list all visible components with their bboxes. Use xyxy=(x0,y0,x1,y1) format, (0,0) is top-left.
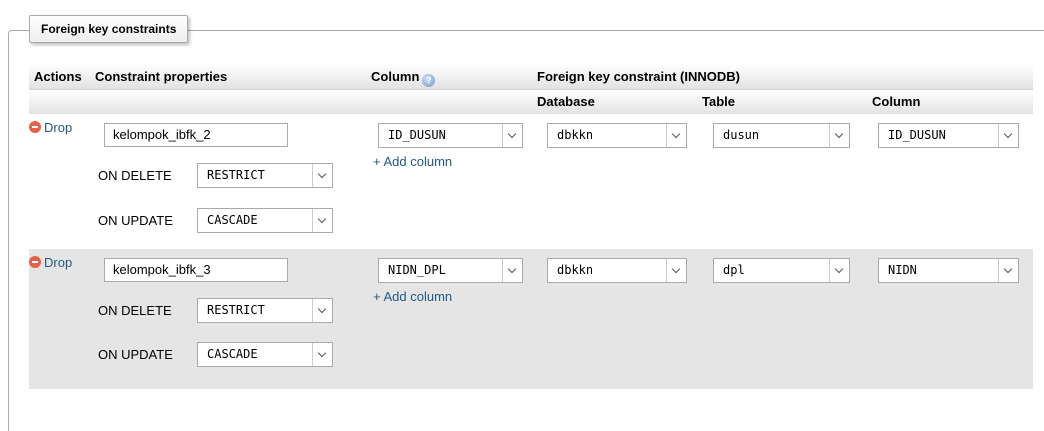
header-database: Database xyxy=(537,94,595,109)
table-select[interactable]: dpl xyxy=(713,258,850,283)
header-column: Column? xyxy=(371,64,436,89)
header-ref-column: Column xyxy=(872,94,921,109)
drop-link[interactable]: Drop xyxy=(29,255,72,271)
drop-icon xyxy=(29,256,41,268)
on-delete-label: ON DELETE xyxy=(98,303,172,318)
drop-icon xyxy=(29,121,41,133)
chevron-down-icon xyxy=(502,259,522,282)
on-delete-select[interactable]: RESTRICT xyxy=(197,298,333,323)
drop-link[interactable]: Drop xyxy=(29,120,72,136)
column-select[interactable]: NIDN_DPL xyxy=(378,258,523,283)
table-subheader-row: Database Table Column xyxy=(29,90,1033,114)
chevron-down-icon xyxy=(829,124,849,147)
chevron-down-icon xyxy=(666,259,686,282)
on-update-select[interactable]: CASCADE xyxy=(197,342,333,367)
on-update-label: ON UPDATE xyxy=(98,347,173,362)
table-select[interactable]: dusun xyxy=(713,123,850,148)
chevron-down-icon xyxy=(666,124,686,147)
header-actions: Actions xyxy=(34,69,82,84)
constraint-name-input[interactable]: kelompok_ibfk_3 xyxy=(104,258,288,282)
chevron-down-icon xyxy=(312,299,332,322)
header-table: Table xyxy=(702,94,735,109)
table-header-row: Actions Constraint properties Column? Fo… xyxy=(29,64,1033,90)
ref-column-select[interactable]: ID_DUSUN xyxy=(878,123,1019,148)
chevron-down-icon xyxy=(312,209,332,232)
chevron-down-icon xyxy=(998,124,1018,147)
header-foreign-key-group: Foreign key constraint (INNODB) xyxy=(537,69,740,84)
add-column-link[interactable]: + Add column xyxy=(373,154,452,170)
header-constraint-properties: Constraint properties xyxy=(95,69,228,84)
chevron-down-icon xyxy=(502,124,522,147)
column-select[interactable]: ID_DUSUN xyxy=(378,123,523,148)
chevron-down-icon xyxy=(312,343,332,366)
foreign-key-table: Actions Constraint properties Column? Fo… xyxy=(29,64,1033,390)
database-select[interactable]: dbkkn xyxy=(547,123,687,148)
on-update-label: ON UPDATE xyxy=(98,213,173,228)
on-update-select[interactable]: CASCADE xyxy=(197,208,333,233)
on-delete-label: ON DELETE xyxy=(98,168,172,183)
constraint-row: Drop kelompok_ibfk_3 ON DELETE RESTRICT … xyxy=(29,249,1033,390)
constraint-row: Drop kelompok_ibfk_2 ON DELETE RESTRICT … xyxy=(29,114,1033,249)
on-delete-select[interactable]: RESTRICT xyxy=(197,163,333,188)
chevron-down-icon xyxy=(829,259,849,282)
add-column-link[interactable]: + Add column xyxy=(373,289,452,305)
help-icon[interactable]: ? xyxy=(422,74,436,87)
chevron-down-icon xyxy=(312,164,332,187)
database-select[interactable]: dbkkn xyxy=(547,258,687,283)
ref-column-select[interactable]: NIDN xyxy=(878,258,1019,283)
chevron-down-icon xyxy=(998,259,1018,282)
fieldset-legend: Foreign key constraints xyxy=(29,15,189,43)
constraint-name-input[interactable]: kelompok_ibfk_2 xyxy=(104,123,288,147)
